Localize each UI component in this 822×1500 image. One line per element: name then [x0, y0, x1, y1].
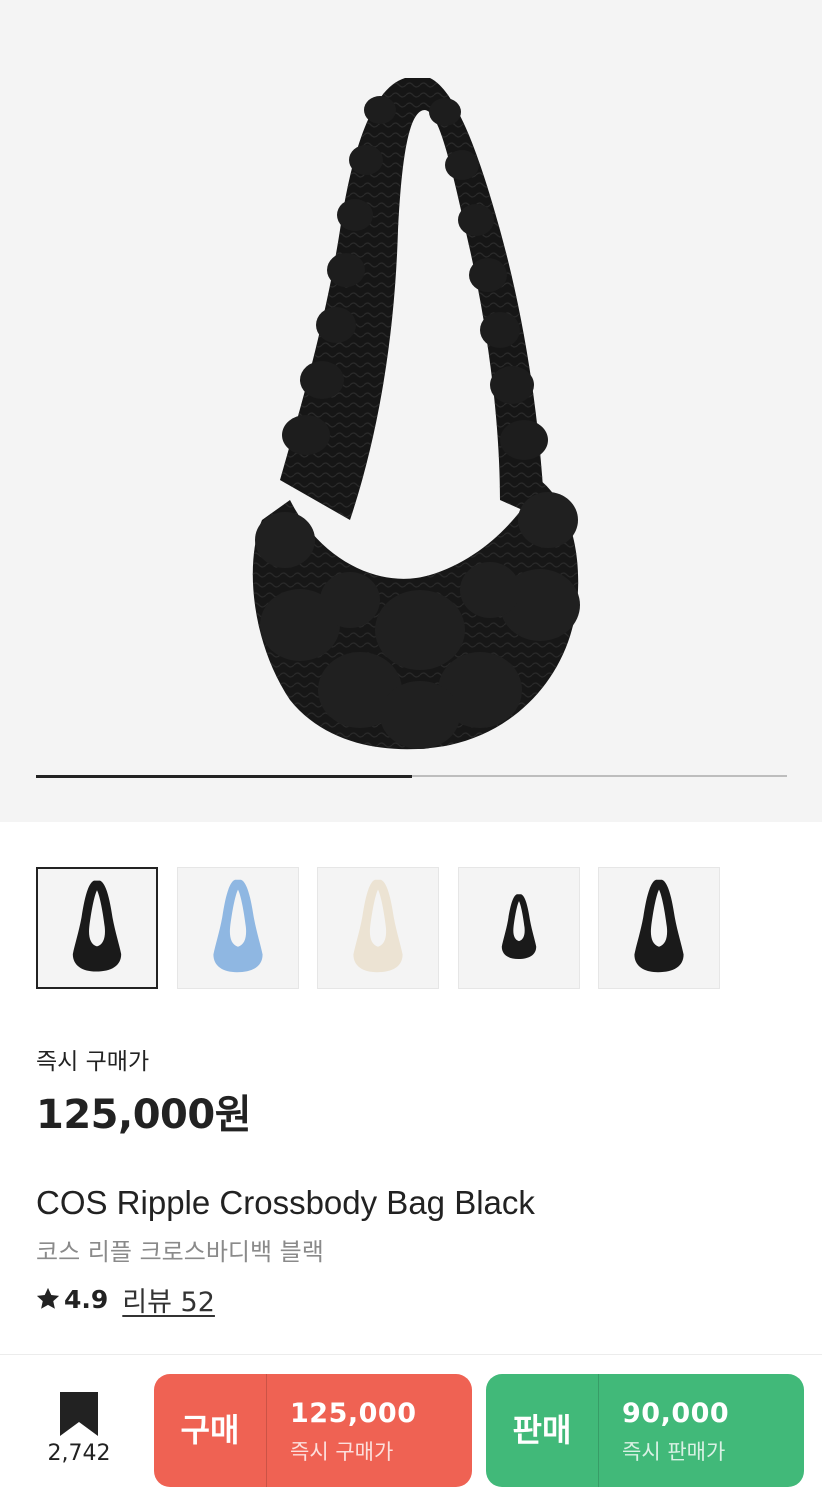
bag-thumbnail-icon — [353, 879, 403, 973]
sell-button-subtitle: 즉시 판매가 — [622, 1440, 726, 1464]
instant-buy-price: 125,000원 — [36, 1092, 252, 1138]
bag-thumbnail-icon — [72, 880, 122, 972]
rating-row: 4.9 리뷰 52 — [34, 1283, 215, 1318]
thumbnail-3[interactable] — [317, 867, 439, 989]
buy-button[interactable]: 구매 125,000 즉시 구매가 — [154, 1374, 472, 1487]
thumbnail-4[interactable] — [457, 867, 580, 989]
instant-buy-price-label: 즉시 구매가 — [36, 1049, 150, 1075]
thumbnail-5[interactable] — [598, 867, 720, 989]
bag-thumbnail-icon — [212, 879, 263, 973]
bag-thumbnail-icon — [634, 879, 684, 973]
thumbnail-2[interactable] — [176, 867, 299, 989]
sell-button-divider — [598, 1374, 599, 1487]
thumbnail-1[interactable] — [36, 867, 158, 989]
buy-button-subtitle: 즉시 구매가 — [290, 1440, 394, 1464]
buy-button-divider — [266, 1374, 267, 1487]
rating-score: 4.9 — [64, 1284, 109, 1314]
sell-button-price: 90,000 — [622, 1398, 730, 1429]
gallery-progress-bar — [36, 774, 787, 778]
star-icon — [36, 1287, 60, 1309]
gallery-progress-indicator — [36, 774, 412, 778]
bookmark-count: 2,742 — [47, 1441, 111, 1466]
product-name-english: COS Ripple Crossbody Bag Black — [36, 1184, 535, 1221]
sell-button[interactable]: 판매 90,000 즉시 판매가 — [486, 1374, 804, 1487]
product-image-gallery[interactable] — [0, 0, 822, 822]
bottom-action-bar: 2,742 구매 125,000 즉시 구매가 판매 90,000 즉시 판매가 — [0, 1354, 822, 1500]
buy-button-title: 구매 — [180, 1411, 240, 1449]
bookmark-button[interactable]: 2,742 — [36, 1385, 122, 1475]
sell-button-title: 판매 — [512, 1411, 572, 1449]
reviews-link[interactable]: 리뷰 52 — [122, 1280, 215, 1319]
bag-thumbnail-icon — [501, 894, 536, 959]
product-name-korean: 코스 리플 크로스바디백 블랙 — [36, 1238, 324, 1266]
buy-button-price: 125,000 — [290, 1398, 417, 1429]
quilted-crossbody-bag-image — [252, 78, 580, 750]
bookmark-icon — [60, 1392, 98, 1436]
